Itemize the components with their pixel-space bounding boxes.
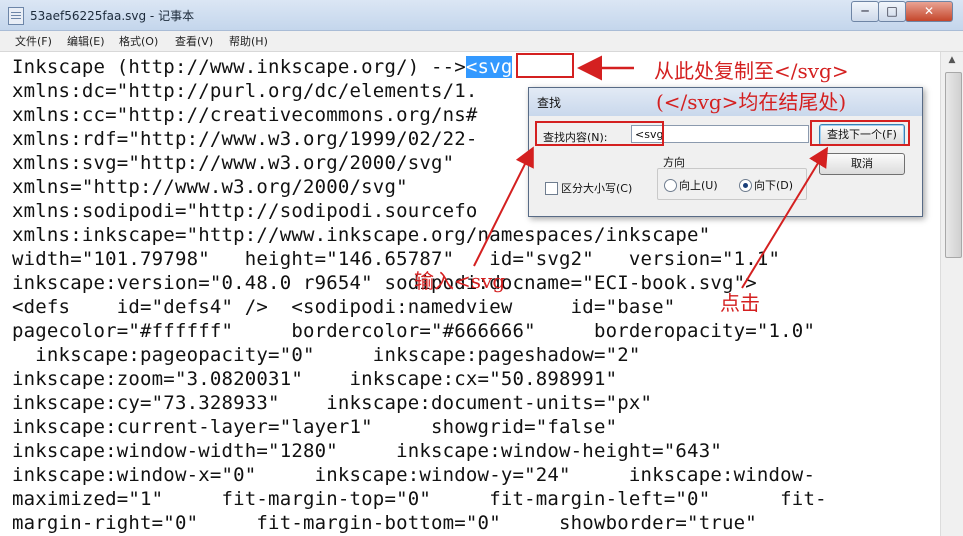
editor-line: xmlns="http://www.w3.org/2000/svg" [12, 176, 408, 198]
selected-text: <svg [465, 56, 513, 78]
close-button[interactable]: ✕ [905, 1, 953, 22]
match-case-label: 区分大小写(C) [561, 182, 633, 195]
editor-line: xmlns:sodipodi="http://sodipodi.sourcefo [12, 200, 478, 222]
match-case-checkbox[interactable] [545, 182, 558, 195]
editor-line: <defs id="defs4" /> <sodipodi:namedview … [12, 296, 676, 318]
menu-file[interactable]: 文件(F) [15, 33, 52, 49]
maximize-button[interactable]: □ [878, 1, 906, 22]
editor-line: xmlns:inkscape="http://www.inkscape.org/… [12, 224, 711, 246]
cancel-button[interactable]: 取消 [819, 153, 905, 175]
menu-help[interactable]: 帮助(H) [229, 33, 268, 49]
editor-line: xmlns:rdf="http://www.w3.org/1999/02/22- [12, 128, 478, 150]
find-dialog-title: 查找 [537, 96, 562, 110]
editor-line: xmlns:cc="http://creativecommons.org/ns# [12, 104, 478, 126]
direction-up-radio[interactable] [664, 179, 677, 192]
minimize-button[interactable]: ─ [851, 1, 879, 22]
editor-line: inkscape:window-x="0" inkscape:window-y=… [12, 464, 816, 486]
editor-line: maximized="1" fit-margin-top="0" fit-mar… [12, 488, 827, 510]
selection-highlight-box [516, 53, 574, 78]
notepad-icon [8, 7, 24, 25]
button-highlight-box [810, 120, 910, 146]
editor-line: margin-right="0" fit-margin-bottom="0" s… [12, 512, 757, 534]
window-titlebar: 53aef56225faa.svg - 记事本 ─ □ ✕ [0, 0, 963, 31]
window-title: 53aef56225faa.svg - 记事本 [30, 9, 195, 23]
editor-line: inkscape:pageopacity="0" inkscape:pagesh… [12, 344, 641, 366]
input-annotation: 输入<svg [414, 269, 506, 293]
editor-line: Inkscape (http://www.inkscape.org/) --><… [12, 56, 513, 78]
end-annotation: (</svg>均在结尾处) [656, 90, 847, 114]
menu-format[interactable]: 格式(O) [119, 33, 158, 49]
direction-up-label: 向上(U) [679, 179, 718, 192]
copy-annotation: 从此处复制至</svg> [654, 59, 849, 83]
editor-line: inkscape:current-layer="layer1" showgrid… [12, 416, 618, 438]
input-highlight-box [535, 121, 664, 146]
editor-line: inkscape:version="0.48.0 r9654" sodipodi… [12, 272, 757, 294]
direction-down-label: 向下(D) [754, 179, 794, 192]
editor-line: inkscape:cy="73.328933" inkscape:documen… [12, 392, 653, 414]
menu-view[interactable]: 查看(V) [175, 33, 213, 49]
menu-edit[interactable]: 编辑(E) [67, 33, 105, 49]
editor-line: xmlns:svg="http://www.w3.org/2000/svg" [12, 152, 455, 174]
direction-down-radio[interactable] [739, 179, 752, 192]
editor-line: width="101.79798" height="146.65787" id=… [12, 248, 781, 270]
vertical-scrollbar[interactable]: ▲ [940, 52, 963, 536]
editor-line: pagecolor="#ffffff" bordercolor="#666666… [12, 320, 816, 342]
menu-bar: 文件(F) 编辑(E) 格式(O) 查看(V) 帮助(H) [0, 31, 963, 52]
editor-line-text: Inkscape (http://www.inkscape.org/) --> [12, 56, 466, 78]
editor-line: inkscape:window-width="1280" inkscape:wi… [12, 440, 722, 462]
editor-line: xmlns:dc="http://purl.org/dc/elements/1. [12, 80, 478, 102]
scroll-up-icon[interactable]: ▲ [944, 55, 960, 69]
click-annotation: 点击 [720, 291, 760, 315]
scroll-thumb[interactable] [945, 72, 962, 258]
editor-line: inkscape:zoom="3.0820031" inkscape:cx="5… [12, 368, 618, 390]
